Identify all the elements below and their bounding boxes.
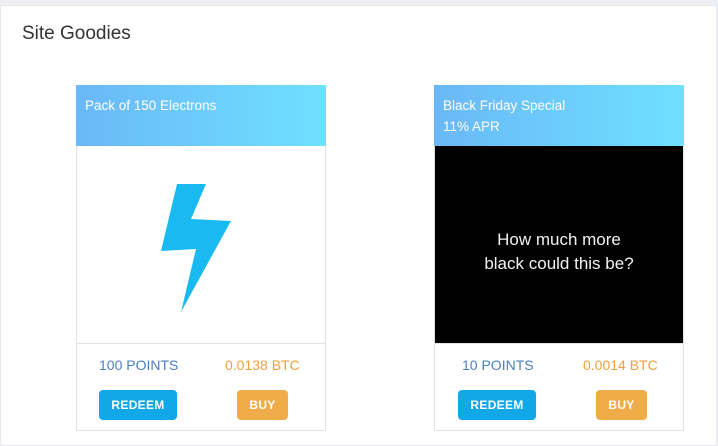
card-image (77, 146, 325, 344)
panel-title: Site Goodies (22, 23, 131, 44)
btc-price: 0.0138 BTC (225, 357, 300, 373)
goodie-card-electrons: Pack of 150 Electrons 100 POINTS 0.0138 … (76, 85, 326, 431)
buy-button[interactable]: BUY (596, 390, 647, 420)
btc-price: 0.0014 BTC (583, 357, 658, 373)
goodie-card-black-friday: Black Friday Special 11% APR How much mo… (434, 85, 684, 431)
card-header: Pack of 150 Electrons (76, 85, 326, 146)
site-goodies-panel: Site Goodies Pack of 150 Electrons 100 P… (0, 5, 717, 446)
card-title: Pack of 150 Electrons (85, 98, 217, 113)
points-cost: 10 POINTS (462, 357, 534, 373)
promo-line: How much more (497, 230, 621, 249)
card-header: Black Friday Special 11% APR (434, 85, 684, 146)
lightning-bolt-icon (161, 184, 231, 312)
card-subtitle: 11% APR (443, 119, 500, 134)
points-cost: 100 POINTS (99, 357, 179, 373)
card-title: Black Friday Special (443, 98, 566, 113)
promo-image-text: How much more black could this be? (435, 228, 683, 276)
redeem-button[interactable]: REDEEM (458, 390, 536, 420)
card-image: How much more black could this be? (435, 146, 683, 344)
redeem-button[interactable]: REDEEM (99, 390, 177, 420)
promo-line: black could this be? (484, 254, 634, 273)
buy-button[interactable]: BUY (237, 390, 288, 420)
